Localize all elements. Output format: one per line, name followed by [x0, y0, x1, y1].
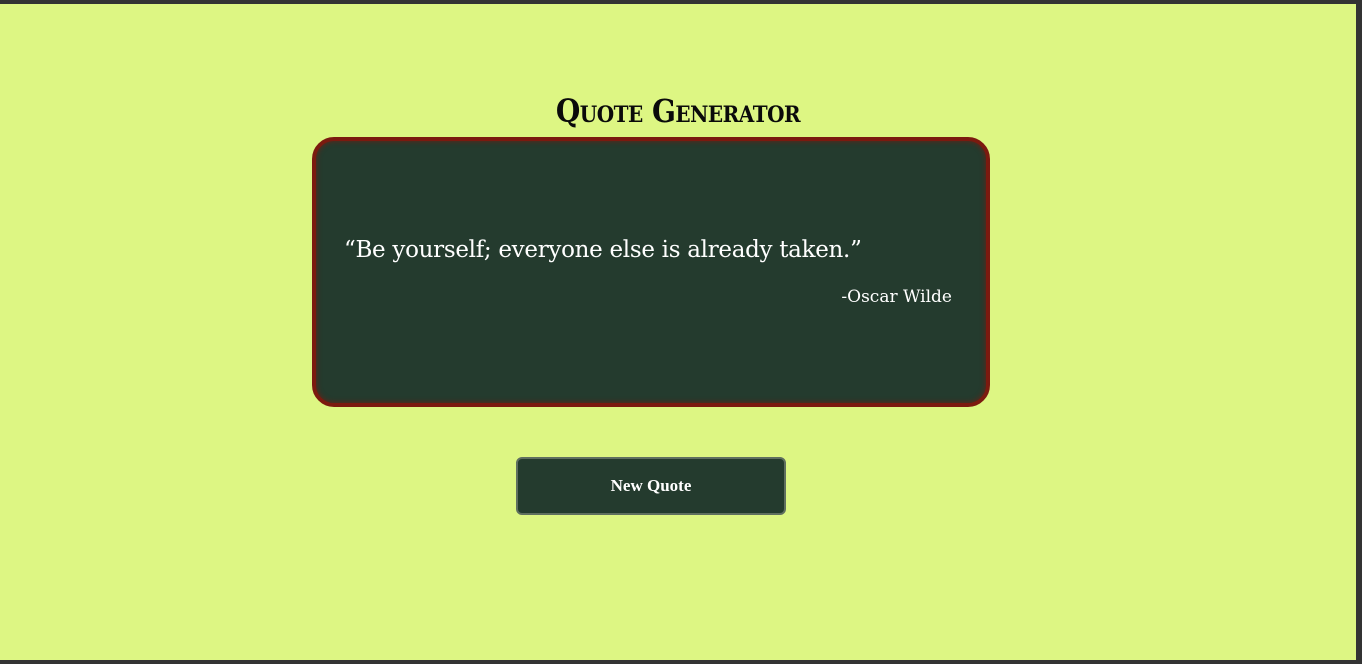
page-title: Quote Generator: [555, 92, 801, 130]
quote-card: “Be yourself; everyone else is already t…: [312, 137, 990, 407]
new-quote-button[interactable]: New Quote: [516, 457, 786, 515]
quote-text: “Be yourself; everyone else is already t…: [344, 237, 862, 263]
quote-author: -Oscar Wilde: [841, 287, 952, 307]
page-background: Quote Generator “Be yourself; everyone e…: [0, 4, 1356, 660]
